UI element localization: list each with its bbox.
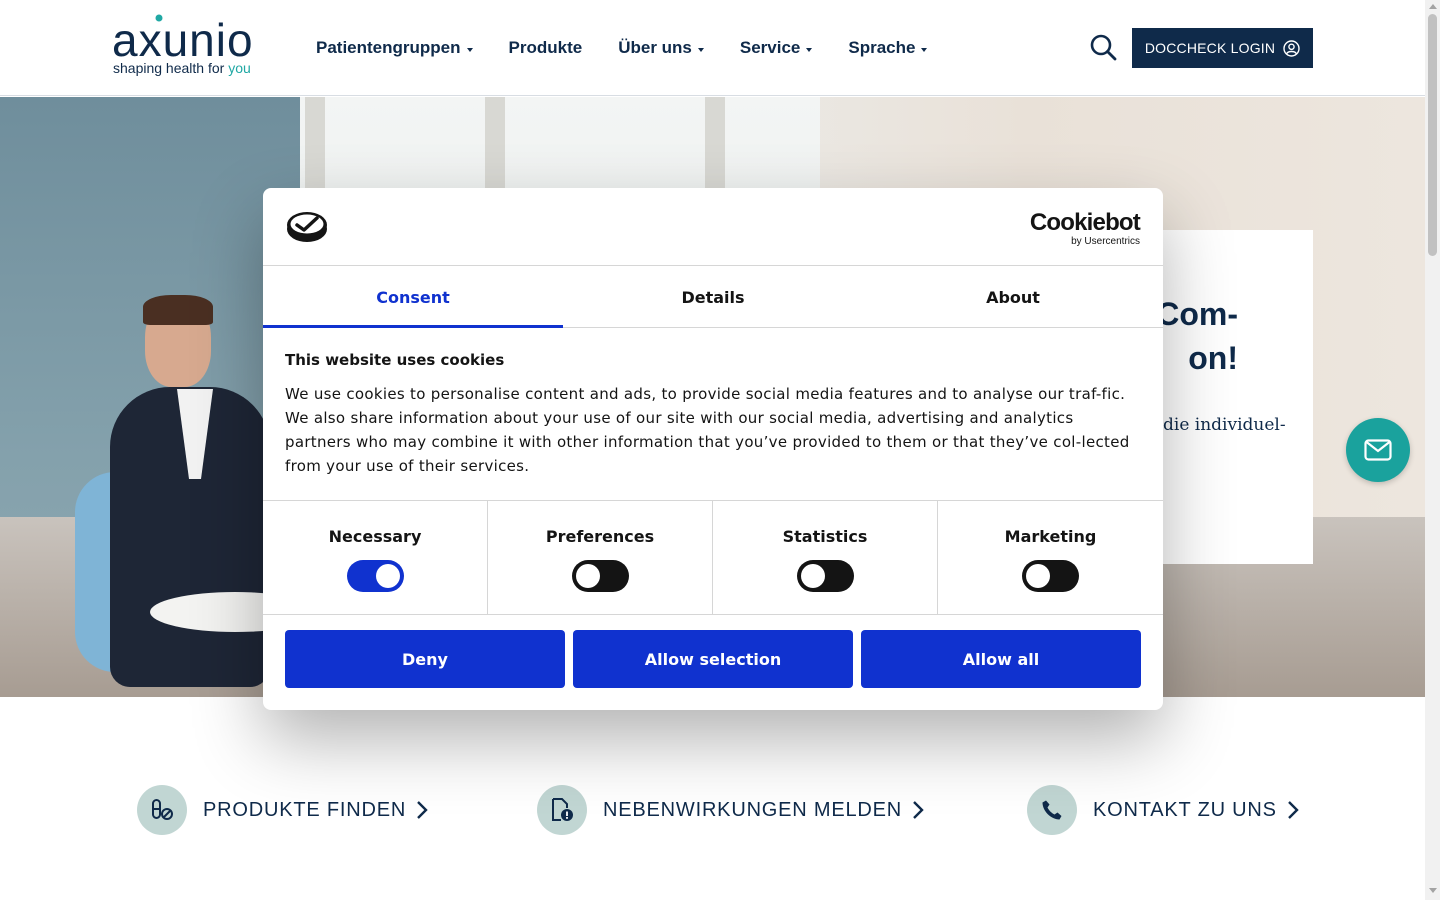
scroll-up-arrow-icon[interactable] [1429, 4, 1437, 9]
quick-link-label: PRODUKTE FINDEN [203, 798, 407, 821]
quick-link-icon-circle [137, 785, 187, 835]
document-alert-icon [552, 798, 573, 821]
cookie-dialog-body: This website uses cookies We use cookies… [285, 351, 1141, 478]
category-label: Preferences [545, 527, 655, 546]
axunio-logo[interactable]: axunio shaping health for you [112, 14, 272, 80]
marketing-toggle[interactable] [1022, 560, 1079, 592]
category-statistics: Statistics [713, 501, 938, 614]
chevron-right-icon [1287, 801, 1299, 819]
page-scrollbar[interactable] [1425, 0, 1440, 900]
nav-label: Sprache [848, 38, 916, 57]
cookiebot-brand: Cookiebot by Usercentrics [1029, 209, 1141, 248]
cookie-logo-icon [287, 212, 327, 242]
scroll-down-arrow-icon[interactable] [1429, 888, 1437, 893]
cookie-categories: Necessary Preferences Statistics Marketi… [263, 500, 1163, 615]
tab-consent[interactable]: Consent [263, 267, 563, 328]
page: axunio shaping health for you Patienteng… [0, 0, 1440, 900]
quick-link-nebenwirkungen-melden[interactable]: NEBENWIRKUNGEN MELDEN [537, 785, 924, 835]
cookie-dialog-buttons: Deny Allow selection Allow all [285, 630, 1141, 688]
nav-label: Über uns [618, 38, 692, 57]
cookie-dialog-tabs: Consent Details About [263, 267, 1163, 328]
logo-tagline-text: shaping health for [113, 60, 229, 76]
toggle-knob [1026, 564, 1050, 588]
allow-all-button[interactable]: Allow all [861, 630, 1141, 688]
scrollbar-thumb[interactable] [1428, 14, 1437, 256]
doccheck-login-button[interactable]: DOCCHECK LOGIN [1132, 28, 1313, 68]
nav-label: Service [739, 38, 801, 57]
mail-icon [1364, 439, 1392, 461]
chevron-right-icon [913, 801, 924, 819]
nav-item-patientengruppen[interactable]: Patientengruppen [316, 38, 473, 58]
quick-link-produkte-finden[interactable]: PRODUKTE FINDEN [137, 785, 428, 835]
search-button[interactable] [1088, 32, 1118, 62]
site-header: axunio shaping health for you Patienteng… [0, 0, 1425, 96]
quick-link-label: NEBENWIRKUNGEN MELDEN [603, 798, 903, 821]
caret-down-icon [806, 47, 813, 52]
cookie-dialog-text: We use cookies to personalise content an… [285, 385, 1130, 475]
nav-item-produkte[interactable]: Produkte [509, 38, 583, 58]
tab-details[interactable]: Details [563, 267, 863, 327]
doccheck-login-label: DOCCHECK LOGIN [1144, 40, 1276, 56]
cookie-dialog-heading: This website uses cookies [285, 351, 505, 369]
necessary-toggle[interactable] [346, 560, 404, 592]
tab-about[interactable]: About [863, 267, 1163, 327]
cookie-dialog-header: Cookiebot by Usercentrics [263, 188, 1163, 266]
preferences-toggle[interactable] [571, 560, 629, 592]
hero-text: die individuel- [1163, 415, 1286, 435]
main-nav: Patientengruppen Produkte Über uns Servi… [316, 36, 963, 60]
quick-link-icon-circle [1027, 785, 1077, 835]
logo-tagline: shaping health for you [113, 60, 251, 76]
nav-label: Patientengruppen [316, 38, 461, 57]
quick-link-icon-circle [537, 785, 587, 835]
quick-link-label: KONTAKT ZU UNS [1093, 798, 1277, 821]
logo-wordmark: axunio [112, 14, 254, 66]
search-icon [1090, 34, 1117, 61]
chevron-right-icon [417, 801, 428, 819]
deny-button[interactable]: Deny [285, 630, 565, 688]
category-marketing: Marketing [938, 501, 1163, 614]
toggle-knob [800, 564, 825, 588]
cookiebot-brand-sub: by Usercentrics [1071, 236, 1140, 247]
toggle-knob [375, 564, 400, 588]
hero-photo-hair [143, 295, 213, 325]
category-necessary: Necessary [263, 501, 488, 614]
quick-link-kontakt-zu-uns[interactable]: KONTAKT ZU UNS [1027, 785, 1299, 835]
category-label: Marketing [1004, 527, 1097, 546]
nav-label: Produkte [508, 38, 583, 57]
category-label: Statistics [782, 527, 868, 546]
pills-icon [152, 799, 173, 820]
caret-down-icon [697, 47, 704, 52]
category-label: Necessary [328, 527, 422, 546]
caret-down-icon [466, 47, 473, 52]
category-preferences: Preferences [488, 501, 713, 614]
cookiebot-brand-name: Cookiebot [1029, 209, 1141, 236]
nav-item-sprache[interactable]: Sprache [848, 38, 928, 58]
caret-down-icon [921, 47, 928, 52]
phone-icon [1042, 800, 1062, 820]
allow-selection-button[interactable]: Allow selection [573, 630, 853, 688]
nav-item-ueber-uns[interactable]: Über uns [618, 38, 704, 58]
nav-item-service[interactable]: Service [740, 38, 813, 58]
logo-tagline-accent: you [228, 60, 251, 76]
toggle-knob [575, 564, 600, 588]
contact-mail-button[interactable] [1346, 418, 1410, 482]
statistics-toggle[interactable] [796, 560, 854, 592]
user-circle-icon [1283, 39, 1300, 57]
logo-figure-icon [155, 14, 163, 22]
cookie-consent-dialog: Cookiebot by Usercentrics Consent Detail… [263, 188, 1163, 710]
